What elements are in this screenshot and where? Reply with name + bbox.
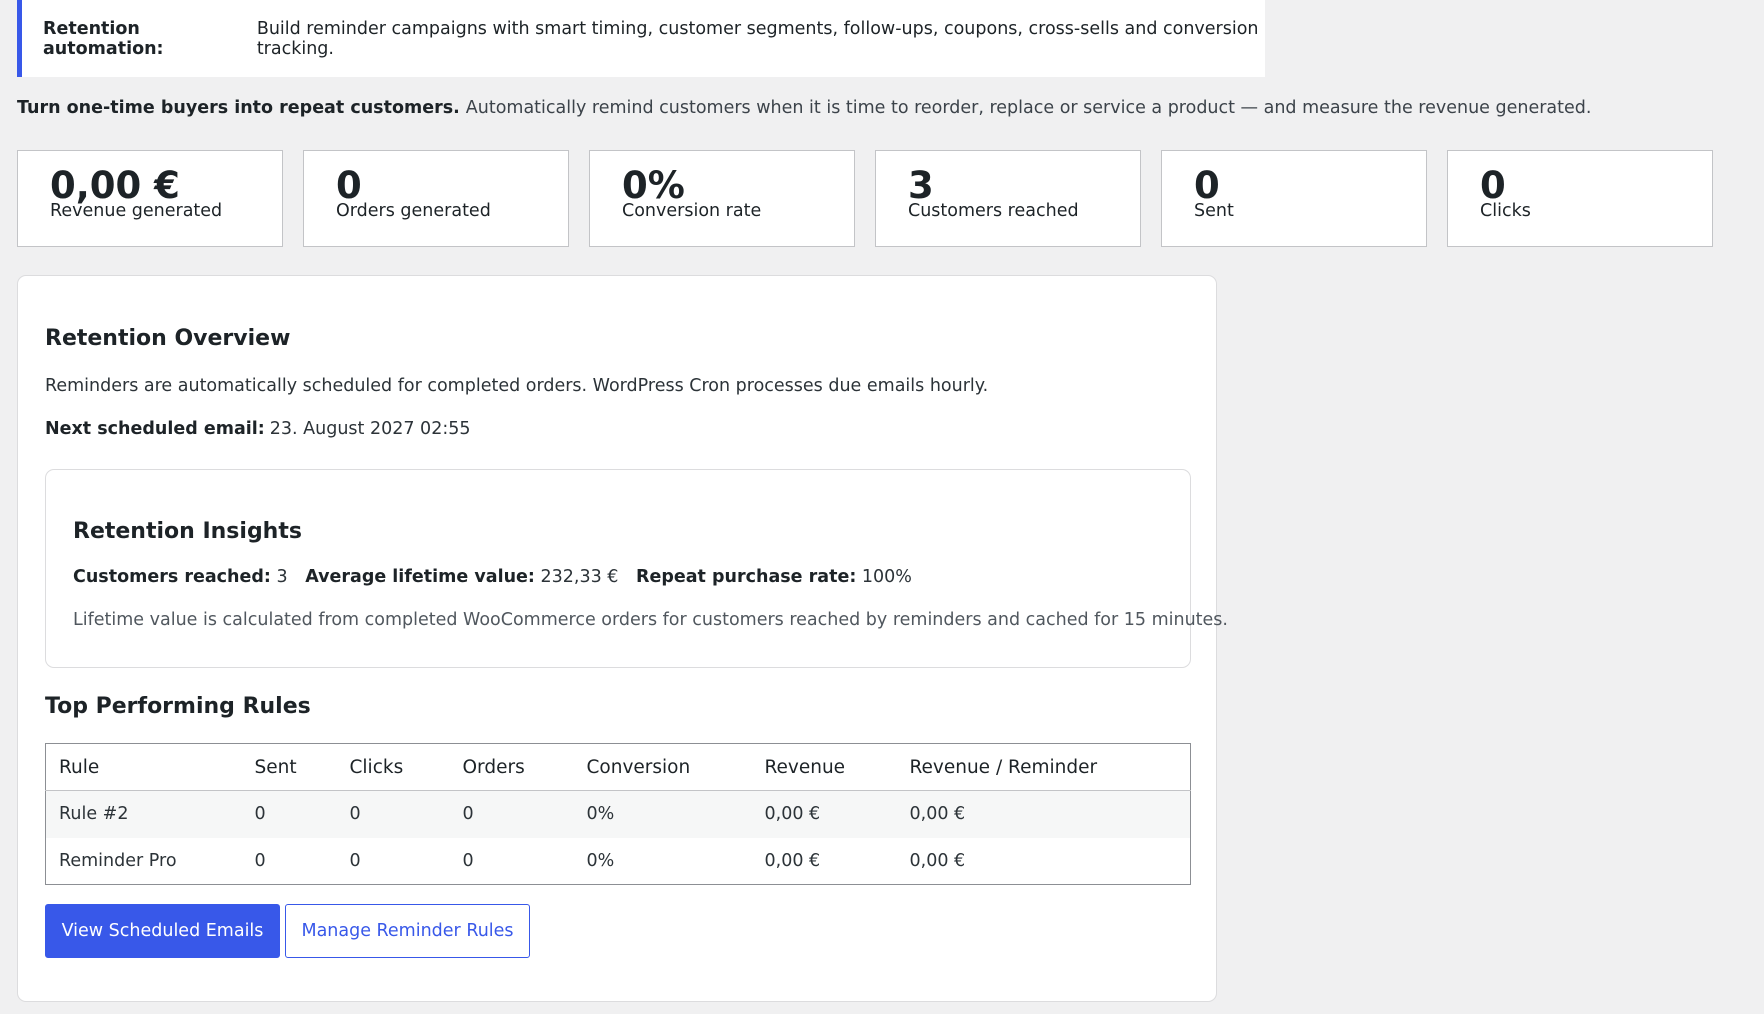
table-row: Rule #2 0 0 0 0% 0,00 € 0,00 € xyxy=(45,790,1191,838)
cell-revenue: 0,00 € xyxy=(764,804,821,825)
cell-revenue-per-reminder: 0,00 € xyxy=(909,850,966,871)
table-row: Reminder Pro 0 0 0 0% 0,00 € 0,00 € xyxy=(46,838,1191,885)
kpi-value: 0 xyxy=(1480,164,1506,207)
cell-rule: Rule #2 xyxy=(59,804,129,825)
column-header-rule: Rule xyxy=(45,743,242,791)
kpi-value: 3 xyxy=(908,164,934,207)
cell-clicks: 0 xyxy=(349,850,361,871)
insights-note: Lifetime value is calculated from comple… xyxy=(73,610,1228,630)
column-header-clicks: Clicks xyxy=(336,743,450,791)
kpi-label: Revenue generated xyxy=(50,201,223,221)
average-lifetime-value-value: 232,33 € xyxy=(540,567,619,587)
kpi-label: Orders generated xyxy=(336,201,491,221)
retention-overview-panel: Retention Overview Reminders are automat… xyxy=(17,275,1228,1002)
cell-sent: 0 xyxy=(254,850,266,871)
kpi-value: 0 xyxy=(1194,164,1220,207)
intro-bold: Turn one-time buyers into repeat custome… xyxy=(17,98,460,118)
kpi-label: Conversion rate xyxy=(622,201,762,221)
next-scheduled-label: Next scheduled email: xyxy=(45,419,265,439)
column-header-revenue: Revenue xyxy=(751,743,897,791)
overview-description: Reminders are automatically scheduled fo… xyxy=(45,376,989,396)
kpi-conversion-rate: 0% Conversion rate xyxy=(589,150,855,247)
intro-text: Turn one-time buyers into repeat custome… xyxy=(17,98,1591,118)
top-rules-table: Rule Sent Clicks Orders Conversion Reven… xyxy=(45,743,1191,885)
cell-revenue: 0,00 € xyxy=(764,850,821,871)
next-scheduled-value: 23. August 2027 02:55 xyxy=(269,419,471,439)
column-header-orders: Orders xyxy=(449,743,574,791)
retention-overview-title: Retention Overview xyxy=(45,326,291,351)
kpi-value: 0 xyxy=(336,164,362,207)
kpi-label: Customers reached xyxy=(908,201,1079,221)
repeat-purchase-rate-value: 100% xyxy=(861,567,912,587)
cell-conversion: 0% xyxy=(586,850,615,871)
kpi-revenue-generated: 0,00 € Revenue generated xyxy=(17,150,283,247)
kpi-label: Clicks xyxy=(1480,201,1531,221)
intro-description: Automatically remind customers when it i… xyxy=(465,98,1592,118)
notice-title: Retention automation: xyxy=(43,18,164,59)
kpi-value: 0% xyxy=(622,164,685,207)
notice-text: Build reminder campaigns with smart timi… xyxy=(256,18,1259,59)
kpi-value: 0,00 € xyxy=(50,164,180,207)
column-header-sent: Sent xyxy=(241,743,337,791)
average-lifetime-value-label: Average lifetime value: xyxy=(305,567,535,587)
cell-conversion: 0% xyxy=(586,804,615,825)
retention-insights-box: Retention Insights Customers reached: 3 … xyxy=(45,469,1228,668)
retention-insights-title: Retention Insights xyxy=(73,519,302,544)
kpi-label: Sent xyxy=(1194,201,1234,221)
kpi-cards: 0,00 € Revenue generated 0 Orders genera… xyxy=(17,150,1713,247)
insights-stats: Customers reached: 3 Average lifetime va… xyxy=(73,567,912,587)
cell-orders: 0 xyxy=(462,850,474,871)
retention-automation-notice: Retention automation: Build reminder cam… xyxy=(17,0,1265,77)
cell-rule: Reminder Pro xyxy=(59,850,177,871)
customers-reached-value: 3 xyxy=(276,567,288,587)
cell-revenue-per-reminder: 0,00 € xyxy=(909,804,966,825)
next-scheduled-email: Next scheduled email: 23. August 2027 02:… xyxy=(45,419,471,439)
manage-reminder-rules-button[interactable]: Manage Reminder Rules xyxy=(285,904,530,958)
column-header-revenue-per-reminder: Revenue / Reminder xyxy=(896,743,1191,791)
kpi-clicks: 0 Clicks xyxy=(1447,150,1713,247)
kpi-customers-reached: 3 Customers reached xyxy=(875,150,1141,247)
column-header-conversion: Conversion xyxy=(573,743,752,791)
repeat-purchase-rate-label: Repeat purchase rate: xyxy=(636,567,857,587)
customers-reached-label: Customers reached: xyxy=(73,567,271,587)
top-performing-rules-title: Top Performing Rules xyxy=(45,694,311,719)
view-scheduled-emails-button[interactable]: View Scheduled Emails xyxy=(45,904,280,958)
cell-sent: 0 xyxy=(254,804,266,825)
cell-clicks: 0 xyxy=(349,804,361,825)
table-header-row: Rule Sent Clicks Orders Conversion Reven… xyxy=(45,743,1191,791)
kpi-orders-generated: 0 Orders generated xyxy=(303,150,569,247)
kpi-sent: 0 Sent xyxy=(1161,150,1427,247)
cell-orders: 0 xyxy=(462,804,474,825)
